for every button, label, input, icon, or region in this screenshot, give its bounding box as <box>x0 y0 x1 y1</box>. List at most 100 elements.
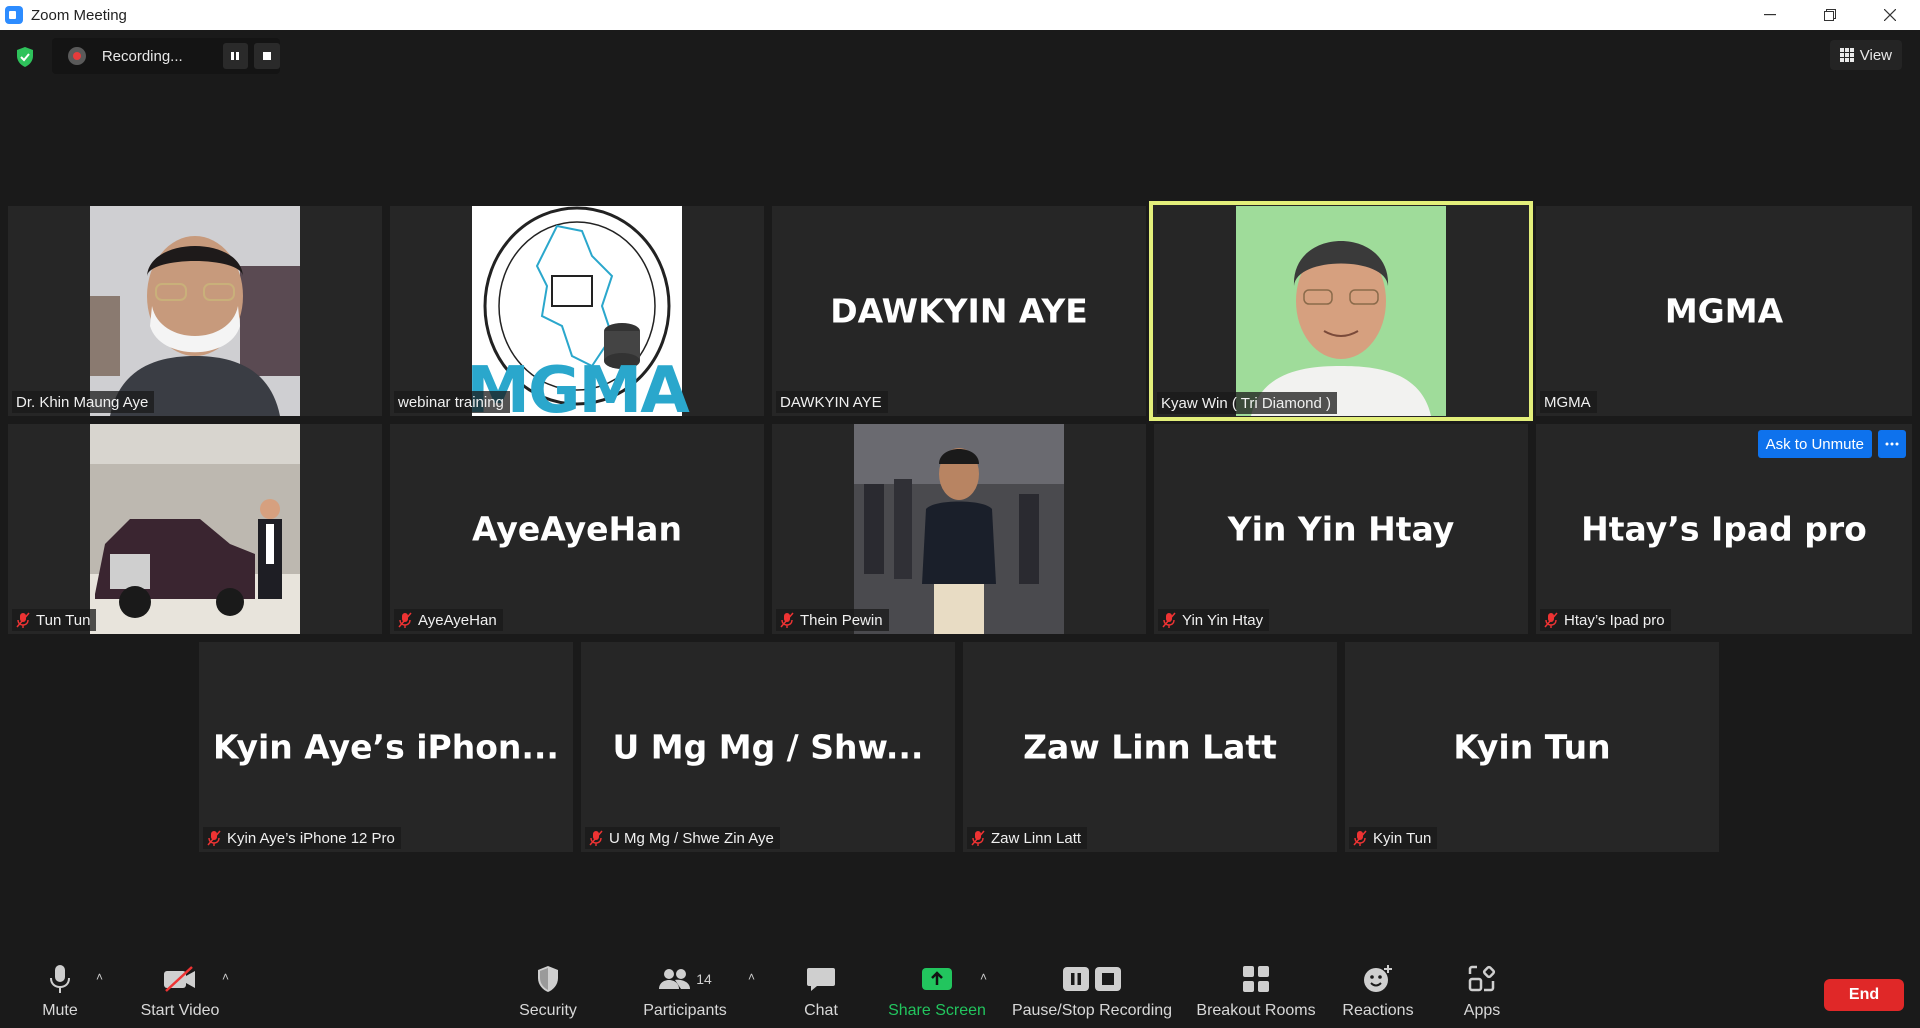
reactions-smiley-icon <box>1364 965 1392 992</box>
participant-video <box>854 424 1064 634</box>
pause-stop-recording-button[interactable]: Pause/Stop Recording <box>1010 948 1174 1028</box>
participants-count: 14 <box>696 971 712 987</box>
stop-recording-button[interactable] <box>254 43 280 69</box>
meeting-toolbar: Mute ˄ Start Video ˄ Security 14 Partici… <box>0 948 1920 1028</box>
participant-display-name: Kyin Aye’s iPhon... <box>213 727 559 767</box>
apps-button[interactable]: Apps <box>1452 948 1512 1028</box>
recording-label: Recording... <box>101 47 183 65</box>
grid-view-icon <box>1839 48 1854 62</box>
mic-muted-icon <box>1353 830 1367 846</box>
participant-tile[interactable]: Kyin Aye’s iPhon... Kyin Aye’s iPhone 12… <box>199 642 573 852</box>
breakout-rooms-icon <box>1243 966 1269 992</box>
mic-muted-icon <box>589 830 603 846</box>
window-title: Zoom Meeting <box>31 6 127 24</box>
video-options-caret[interactable]: ˄ <box>222 970 229 984</box>
mic-muted-icon <box>16 612 30 628</box>
participant-display-name: Yin Yin Htay <box>1227 509 1455 549</box>
video-off-icon <box>164 966 195 992</box>
share-screen-button[interactable]: Share Screen <box>884 948 990 1028</box>
participant-name-label: Thein Pewin <box>776 609 889 631</box>
participant-display-name: MGMA <box>1664 291 1784 331</box>
security-button[interactable]: Security <box>508 948 588 1028</box>
participant-name-label: Yin Yin Htay <box>1158 609 1270 631</box>
participants-icon <box>659 969 691 989</box>
chat-button[interactable]: Chat <box>796 948 846 1028</box>
participants-options-caret[interactable]: ˄ <box>748 970 755 984</box>
share-screen-icon <box>922 968 952 990</box>
participant-tile[interactable]: Yin Yin Htay Yin Yin Htay <box>1154 424 1528 634</box>
participant-tile[interactable]: Ask to Unmute Htay’s Ipad pro Htay’s Ipa… <box>1536 424 1912 634</box>
mic-muted-icon <box>1544 612 1558 628</box>
participant-tile[interactable]: Zaw Linn Latt Zaw Linn Latt <box>963 642 1337 852</box>
mic-muted-icon <box>780 612 794 628</box>
participant-name-label: Kyin Tun <box>1349 827 1438 849</box>
recording-indicator: Recording... <box>52 38 280 74</box>
participant-tile[interactable]: Tun Tun <box>8 424 382 634</box>
pause-recording-button[interactable] <box>222 43 249 69</box>
participant-video <box>90 206 300 416</box>
pause-stop-icons <box>1063 967 1121 991</box>
start-video-button[interactable]: Start Video <box>135 948 225 1028</box>
window-controls <box>1740 0 1920 30</box>
participant-tile[interactable]: MGMA webinar training <box>390 206 764 416</box>
participant-name-label: MGMA <box>1540 391 1597 413</box>
breakout-rooms-button[interactable]: Breakout Rooms <box>1196 948 1316 1028</box>
title-bar: Zoom Meeting <box>0 0 1920 30</box>
audio-options-caret[interactable]: ˄ <box>96 970 103 984</box>
zoom-app-icon <box>5 6 23 24</box>
participant-name-label: Kyin Aye’s iPhone 12 Pro <box>203 827 401 849</box>
participant-tile[interactable]: Kyin Tun Kyin Tun <box>1345 642 1719 852</box>
participant-tile[interactable]: DAWKYIN AYE DAWKYIN AYE <box>772 206 1146 416</box>
participant-video <box>1236 206 1446 416</box>
participant-tile[interactable]: U Mg Mg / Shw... U Mg Mg / Shwe Zin Aye <box>581 642 955 852</box>
view-button[interactable]: View <box>1829 40 1902 70</box>
close-icon <box>1884 9 1896 21</box>
participant-video <box>90 424 300 634</box>
close-button[interactable] <box>1860 0 1920 30</box>
minimize-button[interactable] <box>1740 0 1800 30</box>
recording-dot-icon <box>68 47 86 65</box>
apps-icon <box>1468 965 1496 992</box>
mic-muted-icon <box>398 612 412 628</box>
participant-display-name: Kyin Tun <box>1453 727 1611 767</box>
participants-button[interactable]: 14 Participants <box>640 948 730 1028</box>
chat-bubble-icon <box>807 968 835 991</box>
participant-name-label: Dr. Khin Maung Aye <box>12 391 155 413</box>
participant-tile-active-speaker[interactable]: Kyaw Win ( Tri Diamond ) <box>1149 201 1533 421</box>
participant-tile[interactable]: AyeAyeHan AyeAyeHan <box>390 424 764 634</box>
participant-display-name: Zaw Linn Latt <box>1023 727 1277 767</box>
participant-tile[interactable]: Thein Pewin <box>772 424 1146 634</box>
ask-to-unmute-button[interactable]: Ask to Unmute <box>1757 430 1872 458</box>
more-options-button[interactable] <box>1878 430 1906 458</box>
stop-icon <box>263 52 272 60</box>
share-options-caret[interactable]: ˄ <box>980 970 987 984</box>
ask-to-unmute-group: Ask to Unmute <box>1757 430 1906 458</box>
participant-display-name: Htay’s Ipad pro <box>1581 509 1867 549</box>
microphone-icon <box>50 965 70 993</box>
security-shield-icon[interactable] <box>12 44 38 70</box>
participant-tile[interactable]: Dr. Khin Maung Aye <box>8 206 382 416</box>
participant-name-label: Zaw Linn Latt <box>967 827 1088 849</box>
participant-display-name: U Mg Mg / Shw... <box>612 727 924 767</box>
participant-name-label: Htay’s Ipad pro <box>1540 609 1671 631</box>
participant-name-label: Kyaw Win ( Tri Diamond ) <box>1157 392 1338 414</box>
mute-button[interactable]: Mute <box>30 948 90 1028</box>
end-meeting-button[interactable]: End <box>1824 979 1904 1011</box>
shield-icon <box>538 966 558 992</box>
view-label: View <box>1859 46 1892 64</box>
mic-muted-icon <box>1162 612 1176 628</box>
pause-icon <box>231 52 240 60</box>
participant-name-label: DAWKYIN AYE <box>776 391 888 413</box>
participant-name-label: AyeAyeHan <box>394 609 503 631</box>
mic-muted-icon <box>971 830 985 846</box>
participant-tile[interactable]: MGMA MGMA <box>1536 206 1912 416</box>
reactions-button[interactable]: Reactions <box>1338 948 1418 1028</box>
participant-name-label: webinar training <box>394 391 510 413</box>
restore-button[interactable] <box>1800 0 1860 30</box>
participant-display-name: DAWKYIN AYE <box>830 291 1088 331</box>
mic-muted-icon <box>207 830 221 846</box>
participant-name-label: U Mg Mg / Shwe Zin Aye <box>585 827 780 849</box>
participant-display-name: AyeAyeHan <box>472 509 682 549</box>
minimize-icon <box>1764 14 1776 16</box>
restore-icon <box>1824 9 1836 21</box>
